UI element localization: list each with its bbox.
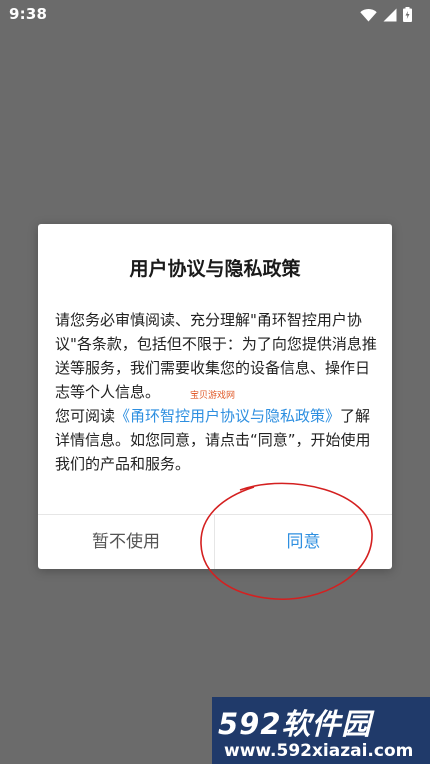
status-bar: 9:38 (0, 0, 430, 30)
status-time: 9:38 (9, 5, 48, 23)
watermark-url: www.592xiazai.com (224, 741, 414, 761)
policy-link[interactable]: 《甬环智控用户协议与隐私政策》 (115, 407, 340, 425)
site-watermark-logo: 592软件园 www.592xiazai.com (212, 697, 430, 764)
wifi-icon (360, 8, 377, 22)
agree-button[interactable]: 同意 (215, 515, 392, 569)
dialog-title: 用户协议与隐私政策 (129, 258, 301, 280)
decline-button[interactable]: 暂不使用 (38, 515, 214, 569)
paragraph-2-prefix: 您可阅读 (55, 407, 116, 425)
battery-icon (403, 7, 412, 22)
status-icons (360, 7, 412, 22)
dialog-paragraph-2: 您可阅读《甬环智控用户协议与隐私政策》了解详情信息。如您同意，请点击“同意”，开… (55, 404, 381, 476)
watermark-title: 592软件园 (218, 707, 372, 741)
small-watermark: 宝贝游戏网 (190, 391, 236, 401)
signal-icon (383, 8, 397, 22)
